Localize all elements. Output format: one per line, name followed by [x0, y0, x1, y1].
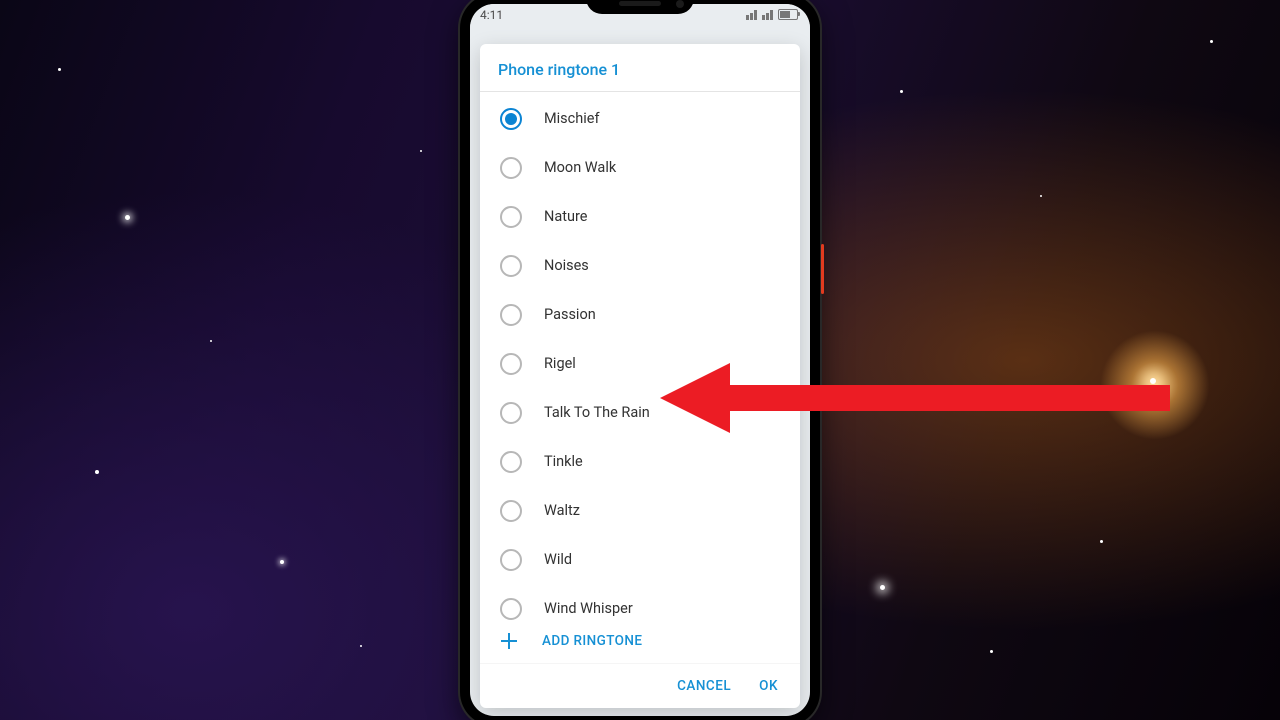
power-button-decor [821, 244, 824, 294]
star [58, 68, 61, 71]
ringtone-label: Moon Walk [544, 159, 616, 176]
ringtone-label: Talk To The Rain [544, 404, 650, 421]
star [280, 560, 284, 564]
star [1100, 540, 1103, 543]
status-icons [746, 9, 798, 20]
radio-icon [500, 598, 522, 620]
radio-icon [500, 353, 522, 375]
dialog-title: Phone ringtone 1 [480, 44, 800, 92]
phone-screen: 4:11 Phone ringtone 1 Mischief Moon Walk N… [470, 4, 810, 716]
signal-icon [762, 10, 774, 20]
star [1150, 378, 1156, 384]
radio-icon [500, 500, 522, 522]
ringtone-option[interactable]: Moon Walk [480, 143, 800, 192]
ringtone-option[interactable]: Nature [480, 192, 800, 241]
ringtone-option[interactable]: Wild [480, 535, 800, 584]
ok-button[interactable]: OK [759, 678, 778, 694]
radio-icon [500, 304, 522, 326]
front-camera [676, 0, 684, 8]
phone-frame: 4:11 Phone ringtone 1 Mischief Moon Walk N… [460, 0, 820, 720]
radio-icon [500, 402, 522, 424]
dialog-actions: CANCEL OK [480, 663, 800, 708]
ringtone-option[interactable]: Passion [480, 290, 800, 339]
star [95, 470, 99, 474]
plus-icon [500, 632, 518, 650]
ringtone-list[interactable]: Mischief Moon Walk Nature Noises Passion Rige… [480, 94, 800, 622]
radio-icon [500, 255, 522, 277]
ringtone-label: Wind Whisper [544, 600, 633, 617]
star [210, 340, 212, 342]
ringtone-label: Waltz [544, 502, 580, 519]
status-clock: 4:11 [480, 8, 503, 22]
ringtone-label: Nature [544, 208, 587, 225]
star [420, 150, 422, 152]
radio-icon [500, 157, 522, 179]
ringtone-option[interactable]: Noises [480, 241, 800, 290]
lens-flare [1100, 330, 1210, 440]
ringtone-option[interactable]: Talk To The Rain [480, 388, 800, 437]
stage: 4:11 Phone ringtone 1 Mischief Moon Walk N… [0, 0, 1280, 720]
ringtone-label: Noises [544, 257, 589, 274]
ringtone-option[interactable]: Waltz [480, 486, 800, 535]
radio-icon [500, 451, 522, 473]
ringtone-label: Passion [544, 306, 596, 323]
star [1210, 40, 1213, 43]
ringtone-option[interactable]: Mischief [480, 94, 800, 143]
ringtone-dialog: Phone ringtone 1 Mischief Moon Walk Nature… [480, 44, 800, 708]
star [990, 650, 993, 653]
radio-icon [500, 108, 522, 130]
add-ringtone-button[interactable]: ADD RINGTONE [480, 618, 800, 664]
star [125, 215, 130, 220]
add-ringtone-label: ADD RINGTONE [542, 633, 642, 649]
ringtone-label: Mischief [544, 110, 600, 127]
battery-icon [778, 9, 798, 20]
star [900, 90, 903, 93]
speaker [619, 1, 661, 6]
star [360, 645, 362, 647]
ringtone-option[interactable]: Rigel [480, 339, 800, 388]
ringtone-option[interactable]: Tinkle [480, 437, 800, 486]
radio-icon [500, 206, 522, 228]
signal-icon [746, 10, 758, 20]
star [1040, 195, 1042, 197]
star [880, 585, 885, 590]
ringtone-option[interactable]: Wind Whisper [480, 584, 800, 622]
ringtone-label: Rigel [544, 355, 576, 372]
ringtone-label: Tinkle [544, 453, 583, 470]
ringtone-label: Wild [544, 551, 572, 568]
cancel-button[interactable]: CANCEL [677, 678, 731, 694]
radio-icon [500, 549, 522, 571]
